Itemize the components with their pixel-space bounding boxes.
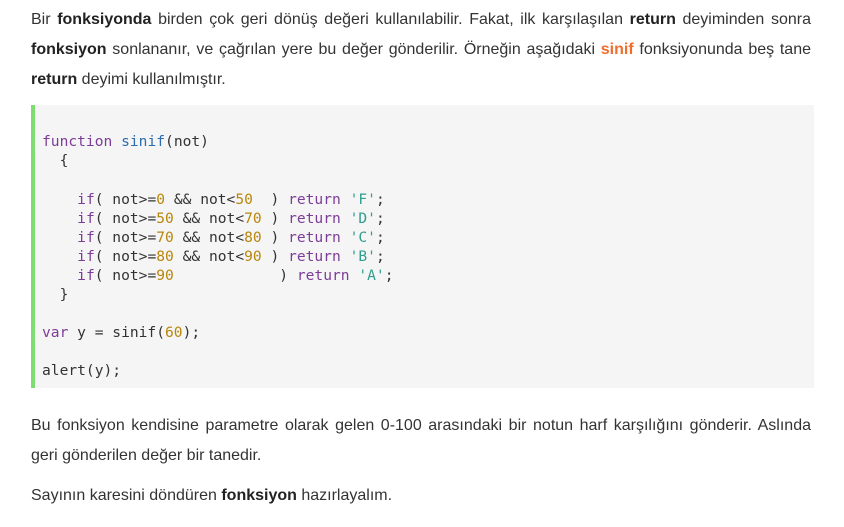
next-step-paragraph: Sayının karesini döndüren fonksiyon hazı… <box>31 481 811 511</box>
text: Sayının karesini döndüren <box>31 487 222 504</box>
keyword: return <box>288 248 341 265</box>
keyword: function <box>42 133 113 150</box>
code-text: y = sinif( <box>68 324 166 341</box>
keyword: var <box>42 324 69 341</box>
code-text: ( not>= <box>94 191 157 208</box>
number: 70 <box>156 229 174 246</box>
code-text: && not< <box>173 229 245 246</box>
code-text: && not< <box>165 191 236 208</box>
keyword: if <box>77 229 95 246</box>
code-text: && not< <box>173 210 245 227</box>
text: sonlananır, ve çağrılan yere bu değer gö… <box>106 41 601 58</box>
code-line-alert: alert(y); <box>42 362 122 379</box>
number: 50 <box>235 191 253 208</box>
params: (not) <box>165 133 209 150</box>
string: 'C' <box>349 229 376 246</box>
keyword: return <box>288 191 341 208</box>
highlighted-term: sinif <box>600 41 634 58</box>
code-text: ); <box>182 324 201 341</box>
code-text: ) <box>261 210 289 227</box>
number: 90 <box>156 267 174 284</box>
text: birden çok geri dönüş değeri kullanılabi… <box>151 11 630 28</box>
code-line-if: if( not>=80 && not<90 ) return 'B'; <box>77 248 385 265</box>
string: 'F' <box>349 191 376 208</box>
keyword: return <box>288 229 341 246</box>
code-line-if: if( not>=0 && not<50 ) return 'F'; <box>77 191 385 208</box>
number: 80 <box>244 229 262 246</box>
page: Bir fonksiyonda birden çok geri dönüş de… <box>0 0 844 527</box>
number: 90 <box>244 248 262 265</box>
code-text: ) <box>173 267 297 284</box>
string: 'D' <box>349 210 376 227</box>
bold-term: fonksiyon <box>31 41 107 58</box>
code-line-if: if( not>=90 ) return 'A'; <box>77 267 394 284</box>
bold-term: fonksiyonda <box>57 11 152 28</box>
number: 70 <box>244 210 262 227</box>
bold-term: fonksiyon <box>221 487 297 504</box>
keyword: if <box>77 267 95 284</box>
code-text: ( not>= <box>94 267 157 284</box>
code-text: ) <box>261 229 289 246</box>
keyword: if <box>77 248 95 265</box>
string: 'B' <box>349 248 376 265</box>
code-line-if: if( not>=50 && not<70 ) return 'D'; <box>77 210 385 227</box>
code-text: ) <box>261 248 289 265</box>
keyword: return <box>288 210 341 227</box>
code-block: function sinif(not) { if( not>=0 && not<… <box>31 105 814 388</box>
code-text: ) <box>252 191 289 208</box>
text: deyimi kullanılmıştır. <box>77 71 226 88</box>
code-line-open-brace: { <box>42 152 69 169</box>
code-line-close-brace: } <box>42 286 69 303</box>
string: 'A' <box>358 267 385 284</box>
code-line-function: function sinif(not) <box>42 132 209 151</box>
code-text: && not< <box>173 248 245 265</box>
keyword: return <box>296 267 350 284</box>
number: 0 <box>156 191 166 208</box>
code-text: ( not>= <box>94 210 157 227</box>
bold-term: return <box>31 71 78 88</box>
code-text: ( not>= <box>94 229 157 246</box>
keyword: if <box>77 191 95 208</box>
number: 80 <box>156 248 174 265</box>
text: fonksiyonunda beş tane <box>633 41 811 58</box>
keyword: if <box>77 210 95 227</box>
number: 60 <box>165 324 183 341</box>
intro-paragraph: Bir fonksiyonda birden çok geri dönüş de… <box>31 5 811 95</box>
code-text: ( not>= <box>94 248 157 265</box>
function-name: sinif <box>121 133 166 150</box>
text: hazırlayalım. <box>296 487 393 504</box>
text: Bir <box>31 11 58 28</box>
number: 50 <box>156 210 174 227</box>
bold-term: return <box>629 11 676 28</box>
explanation-paragraph: Bu fonksiyon kendisine parametre olarak … <box>31 417 811 464</box>
code-line-if: if( not>=70 && not<80 ) return 'C'; <box>77 229 385 246</box>
text: deyiminden sonra <box>675 11 812 28</box>
code-line-var: var y = sinif(60); <box>42 323 200 342</box>
